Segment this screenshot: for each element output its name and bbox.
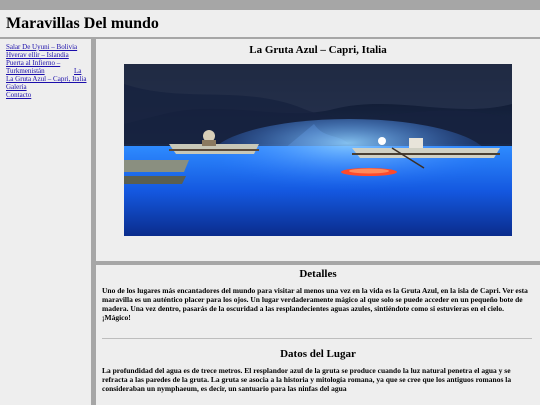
nav-link-gruta-azul[interactable]: La Gruta Azul – Capri, Italia: [6, 75, 90, 83]
nav-link-galeria[interactable]: Galería: [6, 83, 90, 91]
nav-link-la[interactable]: La: [74, 67, 81, 75]
details-heading: Detalles: [299, 268, 337, 280]
article-body-section: Detalles Uno de los lugares más encantad…: [96, 265, 540, 405]
article-title: La Gruta Azul – Capri, Italia: [249, 44, 387, 56]
nav-link-contacto[interactable]: Contacto: [6, 91, 90, 99]
section-rule: [102, 338, 532, 339]
sidebar-nav: Salar De Uyuni – Bolivia Hverav ellir – …: [6, 43, 90, 99]
site-header: Maravillas Del mundo: [0, 10, 540, 39]
facts-heading: Datos del Lugar: [280, 348, 356, 360]
top-frame-bar: [0, 0, 540, 10]
nav-link-hveravellir[interactable]: Hverav ellir – Islandia: [6, 51, 90, 59]
nav-link-salar-de-uyuni[interactable]: Salar De Uyuni – Bolivia: [6, 43, 90, 51]
sidebar: Salar De Uyuni – Bolivia Hverav ellir – …: [0, 39, 91, 405]
details-text: Uno de los lugares más encantadores del …: [102, 286, 528, 322]
blue-grotto-photo: [124, 64, 512, 236]
site-title: Maravillas Del mundo: [6, 15, 159, 32]
facts-text: La profundidad del agua es de trece metr…: [102, 366, 512, 393]
blue-grotto-illustration: [124, 64, 512, 236]
article-header-section: La Gruta Azul – Capri, Italia: [96, 39, 540, 261]
